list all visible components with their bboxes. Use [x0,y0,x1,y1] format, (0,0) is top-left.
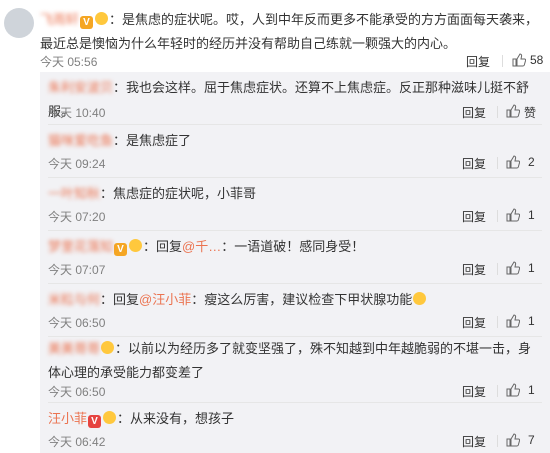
reply-body: ：瘦这么厉害，建议检查下甲状腺功能 [191,292,413,307]
reply-body: ：我也会这样。屈于焦虑症状。还算不上焦虑症。反正那种滋味儿挺不舒服。 [48,80,530,119]
username[interactable]: 一叶知秋 [48,186,100,201]
like-count: 1 [528,383,535,397]
emoji-icon [129,239,143,252]
reply-item: 猫咪爱吃鱼：是焦虑症了 今天 09:24 回复 2 [40,125,550,178]
reply-button[interactable]: 回复 [462,261,486,278]
top-comment: 飞雨轩 V ：是焦虑的症状呢。哎，人到中年反而更多不能承受的方方面面每天袭来，最近总… [0,0,550,70]
divider [497,316,498,328]
reply-time: 今天 10:40 [48,106,106,120]
reply-item: 梦里花落知 V ：回复@千…：一语道破！感同身受！ 今天 07:07 回复 1 [40,231,550,284]
divider [502,55,503,67]
divider [497,210,498,222]
reply-time: 今天 06:42 [48,435,106,449]
like-count: 1 [528,208,535,222]
like-count: 7 [528,433,535,447]
reply-button[interactable]: 回复 [462,104,486,121]
verified-icon: V [88,415,102,428]
reply-time: 今天 06:50 [48,385,106,399]
reply-item: 汪小菲 V ：从来没有，想孩子 今天 06:42 回复 7 [40,403,550,453]
reply-text: 梦里花落知 V ：回复@千…：一语道破！感同身受！ [48,235,538,259]
like-count: 1 [528,261,535,275]
reply-text: 猫咪爱吃鱼：是焦虑症了 [48,129,538,153]
username[interactable]: 猫咪爱吃鱼 [48,133,113,148]
comment-body: ：是焦虑的症状呢。哎，人到中年反而更多不能承受的方方面面每天袭来，最近总是懊恼为… [40,12,539,51]
username[interactable]: 米粒与何 [48,292,100,307]
mention-link[interactable]: @汪小菲 [139,292,191,307]
reply-time: 今天 07:07 [48,263,106,277]
reply-item: 米粒与何：回复@汪小菲：瘦这么厉害，建议检查下甲状腺功能 今天 06:50 回复… [40,284,550,337]
username[interactable]: 美美哥哥 [48,341,100,356]
emoji-icon [95,12,109,25]
reply-text: 汪小菲 V ：从来没有，想孩子 [48,407,538,431]
mention-link[interactable]: @千… [182,239,221,254]
avatar[interactable] [4,8,34,38]
reply-text: 美美哥哥 ：以前以为经历多了就变坚强了，殊不知越到中年越脆弱的不堪一击，身体心理的… [48,337,538,385]
thumbs-up-icon[interactable] [506,208,520,222]
divider [497,263,498,275]
verified-icon: V [80,16,94,29]
reply-prefix: ：回复 [143,239,183,254]
like-count: 58 [530,53,544,67]
reply-body: ：焦虑症的症状呢，小菲哥 [100,186,257,201]
username[interactable]: 汪小菲 [48,411,87,426]
reply-text: 米粒与何：回复@汪小菲：瘦这么厉害，建议检查下甲状腺功能 [48,288,538,312]
like-count: 赞 [524,106,537,120]
username[interactable]: 梦里花落知 [48,239,113,254]
reply-prefix: ：回复 [100,292,140,307]
reply-button[interactable]: 回复 [462,383,486,400]
like-count: 1 [528,314,535,328]
username[interactable]: 朱利安波贝 [48,80,113,95]
reply-button[interactable]: 回复 [462,314,486,331]
reply-item: 美美哥哥 ：以前以为经历多了就变坚强了，殊不知越到中年越脆弱的不堪一击，身体心理的… [40,337,550,403]
divider [497,385,498,397]
divider [497,435,498,447]
reply-body: ：是焦虑症了 [113,133,192,148]
comment-time: 今天 05:56 [40,55,98,69]
reply-button[interactable]: 回复 [466,53,490,70]
divider [497,157,498,169]
reply-body: ：以前以为经历多了就变坚强了，殊不知越到中年越脆弱的不堪一击，身体心理的承受能力… [48,341,532,380]
emoji-icon [103,411,117,424]
comment-text: 飞雨轩 V ：是焦虑的症状呢。哎，人到中年反而更多不能承受的方方面面每天袭来，最近总… [40,8,545,56]
thumbs-up-icon[interactable] [506,261,520,275]
reply-text: 一叶知秋：焦虑症的症状呢，小菲哥 [48,182,538,206]
reply-time: 今天 06:50 [48,316,106,330]
thumbs-up-icon[interactable] [506,383,520,397]
reply-time: 今天 09:24 [48,157,106,171]
thumbs-up-icon[interactable] [512,53,526,67]
laughing-emoji-icon [413,292,427,305]
reply-body: ：一语道破！感同身受！ [221,239,365,254]
emoji-icon [101,341,115,354]
replies-panel: 朱利安波贝：我也会这样。屈于焦虑症状。还算不上焦虑症。反正那种滋味儿挺不舒服。 … [40,72,550,453]
reply-time: 今天 07:20 [48,210,106,224]
reply-body: ：从来没有，想孩子 [117,411,235,426]
thumbs-up-icon[interactable] [506,433,520,447]
divider [497,106,498,118]
reply-item: 一叶知秋：焦虑症的症状呢，小菲哥 今天 07:20 回复 1 [40,178,550,231]
thumbs-up-icon[interactable] [506,314,520,328]
username[interactable]: 飞雨轩 [40,12,79,27]
like-count: 2 [528,155,535,169]
reply-button[interactable]: 回复 [462,155,486,172]
reply-item: 朱利安波贝：我也会这样。屈于焦虑症状。还算不上焦虑症。反正那种滋味儿挺不舒服。 … [40,72,550,125]
reply-button[interactable]: 回复 [462,433,486,450]
reply-button[interactable]: 回复 [462,208,486,225]
verified-icon: V [114,243,128,256]
thumbs-up-icon[interactable] [506,155,520,169]
thumbs-up-icon[interactable] [506,104,520,118]
